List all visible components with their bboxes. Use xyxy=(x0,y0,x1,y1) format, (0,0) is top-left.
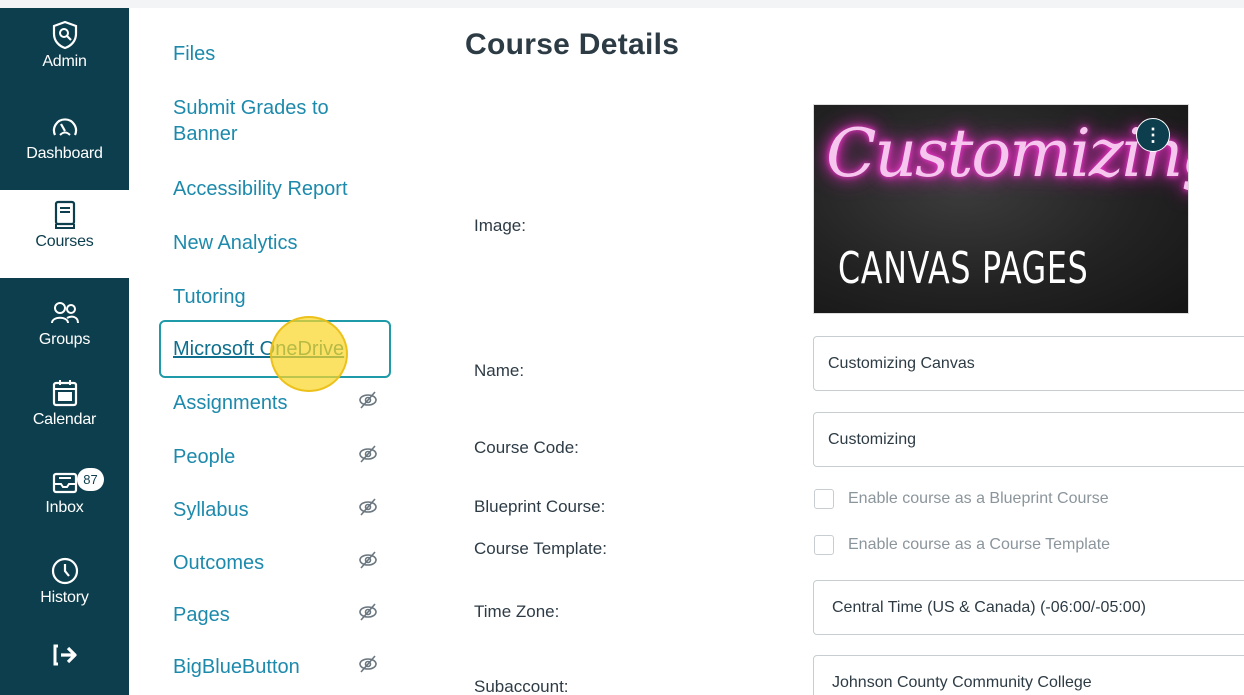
subaccount-select[interactable]: Johnson County Community College xyxy=(813,655,1244,695)
global-nav-logout[interactable] xyxy=(0,640,129,680)
global-nav-label: Dashboard xyxy=(26,145,103,162)
top-strip xyxy=(0,0,1244,8)
template-checkbox-label: Enable course as a Course Template xyxy=(848,536,1111,553)
eye-slash-icon xyxy=(359,655,377,673)
template-checkbox[interactable] xyxy=(814,535,834,555)
logout-arrow-icon xyxy=(50,640,80,670)
global-nav-calendar[interactable]: Calendar xyxy=(0,378,129,456)
click-highlight xyxy=(270,316,348,392)
course-nav-bigbluebutton[interactable]: BigBlueButton xyxy=(173,654,300,680)
eye-slash-icon xyxy=(359,391,377,409)
global-nav-history[interactable]: History xyxy=(0,556,129,632)
page-title: Course Details xyxy=(465,28,680,61)
global-nav-label: Groups xyxy=(38,331,91,348)
global-nav: Admin Dashboard Courses Groups Calendar … xyxy=(0,8,129,695)
template-checkbox-row[interactable]: Enable course as a Course Template xyxy=(814,535,1110,555)
eye-slash-icon xyxy=(359,551,377,569)
admin-shield-icon xyxy=(50,20,80,50)
groups-people-icon xyxy=(50,298,80,328)
subaccount-label: Subaccount: xyxy=(474,677,569,695)
inbox-icon xyxy=(50,466,80,496)
course-image[interactable]: Customizing CANVAS PAGES xyxy=(813,104,1189,314)
history-clock-icon xyxy=(50,556,80,586)
courses-book-icon xyxy=(50,200,80,230)
course-nav-outcomes[interactable]: Outcomes xyxy=(173,550,264,576)
blueprint-label: Blueprint Course: xyxy=(474,497,606,516)
global-nav-label: Courses xyxy=(35,233,94,250)
course-nav-tutoring[interactable]: Tutoring xyxy=(173,284,246,310)
name-field[interactable]: Customizing Canvas xyxy=(813,336,1244,391)
eye-slash-icon xyxy=(359,603,377,621)
eye-slash-icon xyxy=(359,445,377,463)
global-nav-groups[interactable]: Groups xyxy=(0,298,129,368)
course-nav-submit-grades[interactable]: Submit Grades to Banner xyxy=(173,95,393,147)
time-zone-label: Time Zone: xyxy=(474,602,560,621)
blueprint-checkbox-label: Enable course as a Blueprint Course xyxy=(848,490,1109,507)
time-zone-value: Central Time (US & Canada) (-06:00/-05:0… xyxy=(832,598,1146,616)
course-nav-people[interactable]: People xyxy=(173,444,235,470)
calendar-icon xyxy=(50,378,80,408)
name-label: Name: xyxy=(474,361,525,380)
course-image-caps-text: CANVAS PAGES xyxy=(838,243,1089,294)
global-nav-admin[interactable]: Admin xyxy=(0,20,129,102)
eye-slash-icon xyxy=(359,498,377,516)
image-label: Image: xyxy=(474,216,526,235)
course-code-field[interactable]: Customizing xyxy=(813,412,1244,467)
course-nav-syllabus[interactable]: Syllabus xyxy=(173,497,249,523)
global-nav-dashboard[interactable]: Dashboard xyxy=(0,112,129,190)
global-nav-label: Admin xyxy=(42,53,87,70)
course-nav-files[interactable]: Files xyxy=(173,41,215,67)
course-nav-accessibility-report[interactable]: Accessibility Report xyxy=(173,176,348,202)
dashboard-gauge-icon xyxy=(50,112,80,142)
inbox-badge: 87 xyxy=(77,468,104,491)
global-nav-label: Calendar xyxy=(32,411,97,428)
global-nav-inbox[interactable]: 87 Inbox xyxy=(0,466,129,544)
time-zone-select[interactable]: Central Time (US & Canada) (-06:00/-05:0… xyxy=(813,580,1244,635)
global-nav-label: Inbox xyxy=(45,499,84,516)
global-nav-label: History xyxy=(40,589,89,606)
course-nav-pages[interactable]: Pages xyxy=(173,602,230,628)
course-nav-assignments[interactable]: Assignments xyxy=(173,390,288,416)
course-code-label: Course Code: xyxy=(474,438,579,457)
global-nav-courses[interactable]: Courses xyxy=(0,190,129,278)
course-code-field-value: Customizing xyxy=(828,430,917,448)
name-field-value: Customizing Canvas xyxy=(828,354,975,372)
kebab-menu-icon[interactable]: ⋮ xyxy=(1136,118,1170,152)
template-label: Course Template: xyxy=(474,539,607,558)
subaccount-value: Johnson County Community College xyxy=(832,673,1092,691)
blueprint-checkbox[interactable] xyxy=(814,489,834,509)
blueprint-checkbox-row[interactable]: Enable course as a Blueprint Course xyxy=(814,489,1109,509)
course-image-script-text: Customizing xyxy=(826,115,1189,192)
course-nav-new-analytics[interactable]: New Analytics xyxy=(173,230,298,256)
